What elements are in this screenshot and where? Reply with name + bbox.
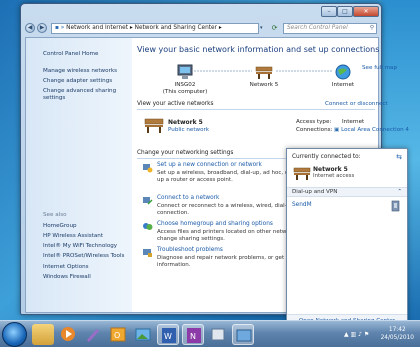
active-networks-title: View your active networks (137, 101, 214, 107)
task-connect-network-link[interactable]: Connect to a network (157, 195, 219, 201)
connection-name: Local Area Connection 4 (341, 127, 409, 133)
flyout-network-status: Internet access (313, 173, 355, 179)
control-panel-icon (236, 329, 252, 342)
search-placeholder: Search Control Panel (287, 25, 348, 31)
address-row: ◀ ▶ ▪ » Network and Internet ▸ Network a… (25, 23, 377, 34)
onenote-icon: N (187, 328, 201, 343)
refresh-button[interactable]: ⟳ (269, 23, 280, 34)
start-button[interactable] (2, 322, 27, 347)
homegroup-icon (143, 223, 153, 230)
onenote-taskbar-button[interactable]: N (182, 324, 204, 345)
connect-network-icon (143, 197, 153, 205)
svg-text:O: O (114, 331, 120, 340)
search-icon[interactable]: ⚲ (370, 24, 374, 33)
outlook-taskbar-button[interactable]: O (107, 324, 129, 345)
sidebar-item-manage-wireless[interactable]: Manage wireless networks (43, 68, 131, 75)
internet-node: Internet (331, 82, 355, 88)
page-title: View your basic network information and … (137, 45, 380, 54)
window-controls: – □ ✕ (321, 6, 379, 17)
search-input[interactable]: Search Control Panel ⚲ (283, 23, 377, 34)
media-player-taskbar-button[interactable] (57, 324, 79, 345)
taskbar: O W N ▲ ▥ ♪ ⚑ 17:42 24/05/2010 (0, 320, 420, 347)
active-network-name: Network 5 (168, 119, 203, 126)
sidebar: Control Panel Home Manage wireless netwo… (26, 38, 132, 312)
task-homegroup-link[interactable]: Choose homegroup and sharing options (157, 221, 273, 227)
breadcrumb-network-internet[interactable]: Network and Internet (66, 25, 128, 31)
back-button[interactable]: ◀ (25, 23, 35, 33)
vpn-connection-icon (391, 200, 400, 212)
dialup-vpn-section[interactable]: Dial-up and VPN ⌃ (287, 187, 407, 197)
network-tray-icon[interactable]: ▥ (351, 331, 357, 338)
change-settings-title: Change your networking settings (137, 150, 234, 156)
address-dropdown-button[interactable]: ▾ (260, 23, 268, 34)
sidebar-item-adapter-settings[interactable]: Change adapter settings (43, 78, 131, 85)
connection-link[interactable]: ▣ Local Area Connection 4 (334, 127, 409, 133)
access-type-label: Access type: (296, 119, 332, 125)
clock[interactable]: 17:42 24/05/2010 (381, 326, 414, 342)
computer-name: INSG02 (174, 82, 196, 88)
vpn-sendm-item[interactable]: SendM (292, 202, 312, 208)
svg-text:N: N (190, 332, 196, 341)
minimize-button[interactable]: – (321, 6, 337, 17)
currently-connected-label: Currently connected to: (292, 154, 361, 160)
see-also-proset[interactable]: Intel® PROSet/Wireless Tools (43, 253, 131, 260)
photos-icon (135, 328, 151, 341)
word-icon: W (162, 328, 176, 343)
new-connection-icon (143, 164, 153, 173)
photos-taskbar-button[interactable] (132, 324, 154, 345)
clock-date: 24/05/2010 (380, 335, 414, 341)
dialup-vpn-label: Dial-up and VPN (292, 189, 338, 195)
bench-network-icon (144, 118, 164, 133)
see-also-label: See also (43, 212, 67, 218)
see-also-hp-wireless[interactable]: HP Wireless Assistant (43, 233, 131, 240)
bench-network-icon (255, 66, 273, 79)
see-also-homegroup[interactable]: HomeGroup (43, 223, 131, 230)
office-tools-icon (211, 328, 225, 341)
breadcrumb-sharing-center[interactable]: Network and Sharing Center (135, 25, 217, 31)
see-also-my-wifi[interactable]: Intel® My WiFi Technology (43, 243, 131, 250)
media-player-icon (61, 327, 75, 341)
forward-button[interactable]: ▶ (37, 23, 47, 33)
sidebar-item-advanced-sharing[interactable]: Change advanced sharing settings (43, 88, 131, 102)
flyout-network-name[interactable]: Network 5 (313, 166, 348, 173)
collapse-chevron-icon[interactable]: ⌃ (397, 188, 402, 197)
computer-node: INSG02 (This computer) (158, 82, 212, 96)
breadcrumb-separator: ▸ (218, 25, 222, 31)
control-panel-taskbar-button[interactable] (232, 324, 254, 345)
flag-tray-icon[interactable]: ⚑ (364, 331, 369, 338)
connections-label: Connections: (296, 127, 333, 133)
access-type-value: Internet (342, 119, 365, 125)
see-also-windows-firewall[interactable]: Windows Firewall (43, 274, 131, 281)
system-tray: ▲ ▥ ♪ ⚑ (344, 331, 369, 338)
close-button[interactable]: ✕ (353, 6, 379, 17)
public-network-link[interactable]: Public network (168, 127, 209, 133)
computer-sub: (This computer) (162, 89, 208, 95)
volume-tray-icon[interactable]: ♪ (358, 331, 362, 338)
task-setup-connection-link[interactable]: Set up a new connection or network (157, 162, 262, 168)
tray-arrow-icon[interactable]: ▲ (344, 331, 349, 338)
svg-text:W: W (164, 332, 172, 341)
network-flyout: Currently connected to: ⇆ Network 5 Inte… (286, 148, 408, 328)
maximize-button[interactable]: □ (337, 6, 353, 17)
outlook-icon: O (110, 327, 126, 342)
clock-time: 17:42 (388, 327, 406, 333)
see-also-internet-options[interactable]: Internet Options (43, 264, 131, 271)
connect-disconnect-link[interactable]: Connect or disconnect (325, 101, 388, 107)
computer-icon (177, 64, 193, 79)
sidebar-control-panel-home[interactable]: Control Panel Home (43, 51, 131, 58)
bench-network-icon (293, 167, 311, 180)
office-tools-taskbar-button[interactable] (207, 324, 229, 345)
address-bar[interactable]: ▪ » Network and Internet ▸ Network and S… (51, 23, 259, 34)
internet-globe-icon (335, 64, 351, 80)
network-node: Network 5 (249, 82, 279, 88)
control-panel-icon: ▪ » (55, 25, 65, 31)
task-troubleshoot-link[interactable]: Troubleshoot problems (157, 247, 223, 253)
paint-icon (87, 329, 99, 342)
explorer-taskbar-button[interactable] (32, 324, 54, 345)
word-taskbar-button[interactable]: W (157, 324, 179, 345)
refresh-icon[interactable]: ⇆ (396, 153, 402, 161)
divider (137, 109, 375, 110)
troubleshoot-icon (143, 249, 152, 257)
paint-taskbar-button[interactable] (82, 324, 104, 345)
